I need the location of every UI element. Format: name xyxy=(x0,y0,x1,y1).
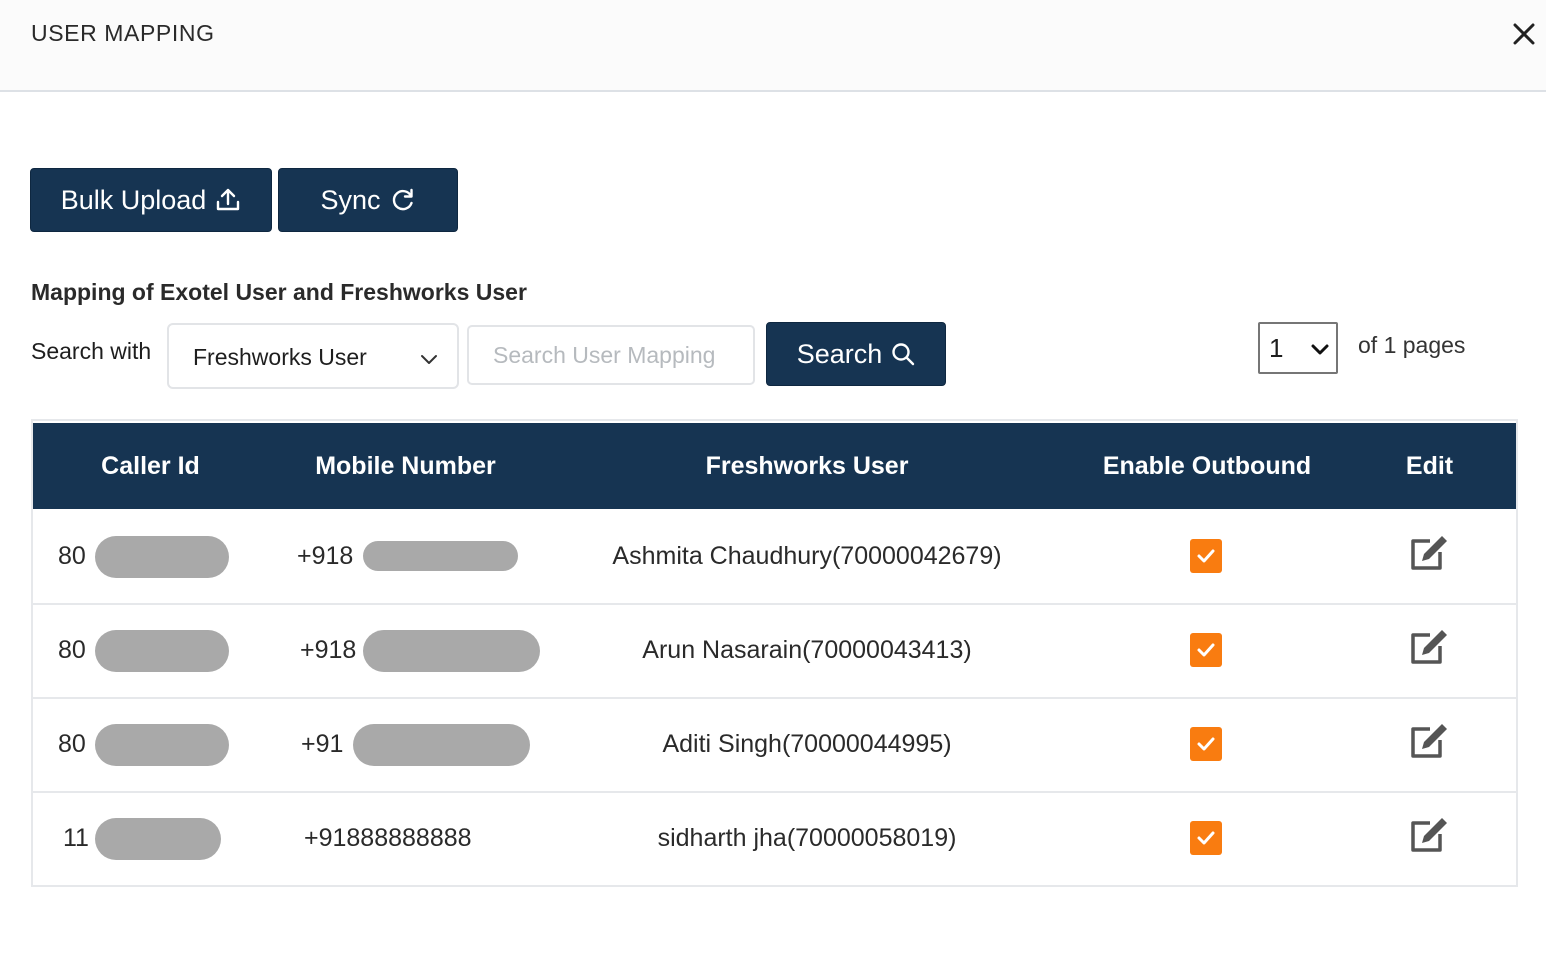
dialog-title: USER MAPPING xyxy=(31,20,215,46)
column-header-caller-id: Caller Id xyxy=(101,452,200,480)
close-icon[interactable] xyxy=(1508,18,1540,50)
mobile-number-cell: +918 xyxy=(300,636,357,664)
section-title: Mapping of Exotel User and Freshworks Us… xyxy=(31,279,527,305)
enable-outbound-checkbox[interactable] xyxy=(1190,539,1222,573)
checkmark-icon xyxy=(1197,831,1215,845)
freshworks-user-cell: Ashmita Chaudhury(70000042679) xyxy=(612,542,1002,570)
column-header-mobile-number: Mobile Number xyxy=(315,452,496,480)
caller-id-cell: 80 xyxy=(58,542,86,570)
redacted-mobile-number xyxy=(363,630,540,672)
table-row: 80 +918 Arun Nasarain(70000043413) xyxy=(33,603,1516,699)
table-header: Caller Id Mobile Number Freshworks User … xyxy=(33,423,1516,509)
edit-icon[interactable] xyxy=(1408,627,1450,667)
mobile-number-cell: +91 xyxy=(301,730,344,758)
chevron-down-icon xyxy=(1311,344,1329,355)
search-field-selected: Freshworks User xyxy=(193,344,367,370)
checkmark-icon xyxy=(1197,643,1215,657)
table-row: 80 +91 Aditi Singh(70000044995) xyxy=(33,697,1516,793)
refresh-icon xyxy=(392,188,413,211)
redacted-mobile-number xyxy=(353,724,530,766)
search-button[interactable]: Search xyxy=(766,322,946,386)
user-mapping-table: Caller Id Mobile Number Freshworks User … xyxy=(31,419,1518,887)
sync-label: Sync xyxy=(320,184,381,215)
search-with-label: Search with xyxy=(31,338,152,364)
search-field-select[interactable]: Freshworks User xyxy=(167,323,459,389)
table-row: 11 +91888888888 sidharth jha(70000058019… xyxy=(33,791,1516,887)
checkmark-icon xyxy=(1197,737,1215,751)
mobile-number-cell: +918 xyxy=(297,542,354,570)
chevron-down-icon xyxy=(421,355,437,364)
edit-icon[interactable] xyxy=(1408,815,1450,855)
page-select[interactable]: 1 xyxy=(1258,322,1338,374)
caller-id-cell: 80 xyxy=(58,636,86,664)
search-input[interactable] xyxy=(467,325,755,385)
caller-id-cell: 11 xyxy=(63,824,89,852)
column-header-enable-outbound: Enable Outbound xyxy=(1102,452,1312,480)
bulk-upload-label: Bulk Upload xyxy=(60,184,207,215)
column-header-edit: Edit xyxy=(1405,452,1454,480)
mobile-number-cell: +91888888888 xyxy=(304,824,472,852)
checkmark-icon xyxy=(1197,549,1215,563)
upload-icon xyxy=(217,188,240,211)
search-button-label: Search xyxy=(796,338,883,369)
freshworks-user-cell: Aditi Singh(70000044995) xyxy=(662,730,952,758)
table-row: 80 +918 Ashmita Chaudhury(70000042679) xyxy=(33,509,1516,605)
enable-outbound-checkbox[interactable] xyxy=(1190,633,1222,667)
bulk-upload-button[interactable]: Bulk Upload xyxy=(30,168,272,232)
edit-icon[interactable] xyxy=(1408,533,1450,573)
edit-icon[interactable] xyxy=(1408,721,1450,761)
redacted-caller-id xyxy=(95,724,229,766)
page-count-text: of 1 pages xyxy=(1358,332,1466,358)
freshworks-user-cell: sidharth jha(70000058019) xyxy=(657,824,957,852)
redacted-caller-id xyxy=(95,630,229,672)
redacted-caller-id xyxy=(95,536,229,578)
redacted-mobile-number xyxy=(363,541,518,571)
freshworks-user-cell: Arun Nasarain(70000043413) xyxy=(642,636,972,664)
sync-button[interactable]: Sync xyxy=(278,168,458,232)
current-page: 1 xyxy=(1269,333,1284,363)
enable-outbound-checkbox[interactable] xyxy=(1190,821,1222,855)
enable-outbound-checkbox[interactable] xyxy=(1190,727,1222,761)
column-header-freshworks-user: Freshworks User xyxy=(705,452,909,480)
dialog-header: USER MAPPING xyxy=(0,0,1546,92)
search-icon xyxy=(892,343,915,366)
caller-id-cell: 80 xyxy=(58,730,86,758)
redacted-caller-id xyxy=(95,818,221,860)
